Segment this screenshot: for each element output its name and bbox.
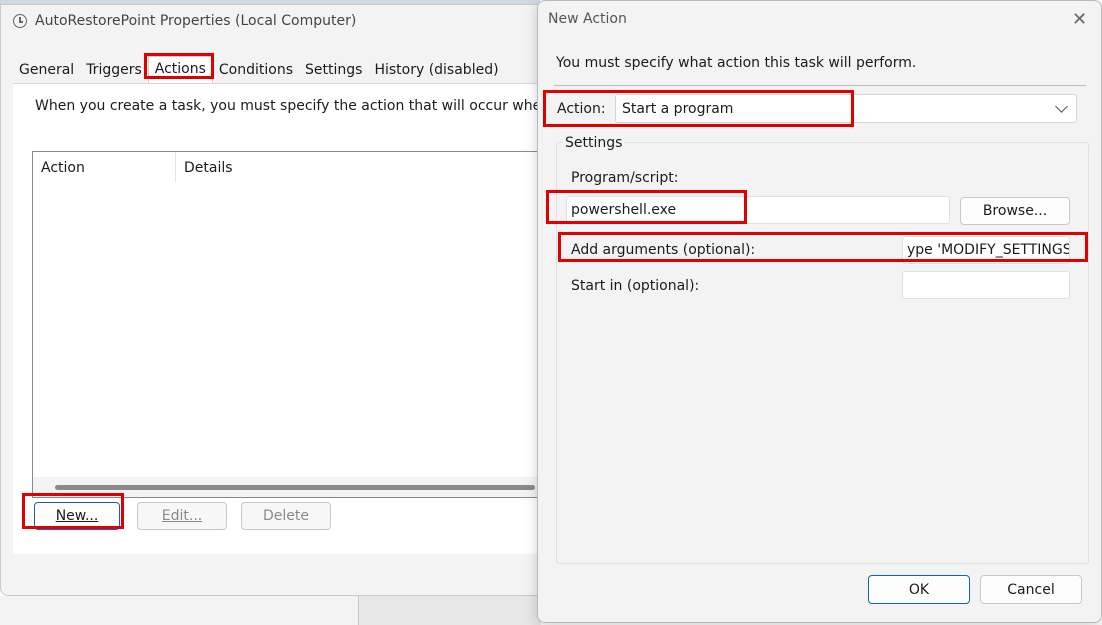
arguments-label: Add arguments (optional): [571,242,756,258]
ok-button-label: OK [908,581,930,598]
edit-button[interactable]: Edit... [137,502,227,530]
properties-title: AutoRestorePoint Properties (Local Compu… [35,13,357,29]
delete-button-label: Delete [263,508,309,524]
browse-button-label: Browse... [982,203,1048,219]
new-action-dialog: New Action ✕ You must specify what actio… [537,0,1102,623]
program-script-input[interactable]: powershell.exe [566,196,950,224]
program-script-value: powershell.exe [571,202,677,218]
dialog-title: New Action [548,11,627,27]
actions-list[interactable]: Action Details [32,151,554,498]
horizontal-scrollbar[interactable] [33,477,553,497]
browse-button[interactable]: Browse... [960,197,1070,225]
settings-legend: Settings [563,135,625,151]
actions-tab-panel: When you create a task, you must specify… [13,83,571,554]
chevron-down-icon [1055,100,1068,113]
dialog-separator [554,85,1086,86]
edit-button-label: Edit... [161,508,203,524]
new-button-label: New... [55,508,99,524]
background-window-edge [358,596,541,625]
start-in-label: Start in (optional): [571,278,700,294]
ok-button[interactable]: OK [868,575,970,604]
cancel-button-label: Cancel [1007,581,1055,598]
dialog-prompt: You must specify what action this task w… [556,55,917,71]
arguments-input[interactable]: ype 'MODIFY_SETTINGS'" [902,236,1070,264]
clock-icon [13,14,27,28]
action-label: Action: [557,101,606,117]
tab-actions[interactable]: Actions [147,56,213,83]
column-header-action[interactable]: Action [33,152,175,182]
cancel-button[interactable]: Cancel [980,575,1082,604]
properties-window: AutoRestorePoint Properties (Local Compu… [0,4,571,596]
column-header-details[interactable]: Details [175,152,375,182]
action-dropdown[interactable]: Start a program [615,94,1077,123]
scrollbar-thumb[interactable] [55,485,535,490]
action-dropdown-value: Start a program [622,101,734,117]
list-header: Action Details [33,152,553,182]
close-icon[interactable]: ✕ [1072,9,1087,30]
properties-titlebar: AutoRestorePoint Properties (Local Compu… [13,13,356,29]
tab-general[interactable]: General [13,58,80,83]
tab-bar: General Triggers Actions Conditions Sett… [13,55,505,83]
tab-conditions[interactable]: Conditions [213,58,299,83]
arguments-value: ype 'MODIFY_SETTINGS'" [907,242,1070,258]
actions-instruction: When you create a task, you must specify… [35,98,572,114]
tab-settings[interactable]: Settings [299,58,368,83]
delete-button[interactable]: Delete [241,502,331,530]
new-button[interactable]: New... [34,502,120,530]
tab-history[interactable]: History (disabled) [368,58,504,83]
tab-triggers[interactable]: Triggers [80,58,148,83]
program-script-label: Program/script: [571,170,679,186]
start-in-input[interactable] [902,271,1070,299]
